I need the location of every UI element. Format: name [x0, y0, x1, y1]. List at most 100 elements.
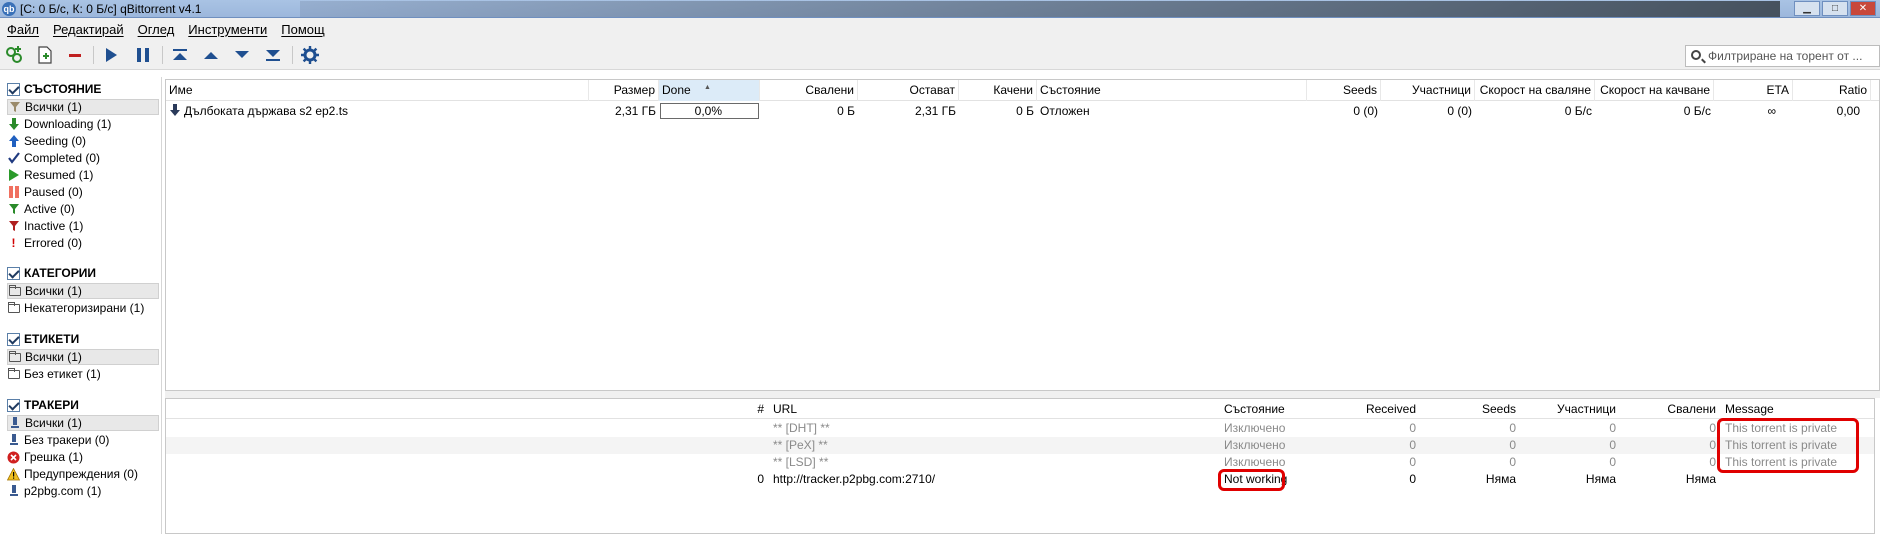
torrent-download-speed: 0 Б/с [1564, 104, 1592, 118]
status-item-paused[interactable]: Paused (0) [7, 184, 159, 200]
checkbox-icon[interactable] [7, 266, 20, 280]
column-name[interactable]: Име [166, 80, 589, 101]
options-icon[interactable] [299, 44, 321, 66]
minimize-icon[interactable]: ▁ [1794, 1, 1820, 16]
tracker-downloaded: Няма [1685, 472, 1716, 486]
remove-icon[interactable] [64, 44, 86, 66]
tracker-peers: 0 [1609, 438, 1616, 452]
column-remaining[interactable]: Остават [858, 80, 959, 101]
maximize-icon[interactable]: □ [1822, 1, 1848, 16]
pause-icon[interactable] [132, 44, 154, 66]
column-uploaded[interactable]: Качени [959, 80, 1037, 101]
tracker-url: ** [DHT] ** [773, 421, 830, 435]
category-item-all[interactable]: Всички (1) [7, 283, 159, 299]
close-icon[interactable]: ✕ [1850, 1, 1876, 16]
tracker-downloaded: 0 [1709, 455, 1716, 469]
sidebar: СЪСТОЯНИЕ Всички (1) Downloading (1) See… [0, 77, 162, 534]
torrent-row[interactable]: Дълбоката държава s2 ep2.ts 2,31 ГБ 0,0%… [166, 102, 1879, 120]
tracker-row[interactable]: ** [LSD] ** Изключено 0 0 0 0 This torre… [166, 454, 1874, 471]
tags-section-header[interactable]: ЕТИКЕТИ [7, 331, 79, 347]
tracker-icon [7, 434, 20, 447]
column-seeds[interactable]: Seeds [1307, 80, 1381, 101]
status-item-completed[interactable]: Completed (0) [7, 150, 159, 166]
toolbar [0, 40, 1880, 70]
status-item-resumed[interactable]: Resumed (1) [7, 167, 159, 183]
tracker-item-warning[interactable]: Предупреждения (0) [7, 466, 159, 482]
resume-icon[interactable] [100, 44, 122, 66]
app-icon: qb [2, 2, 16, 16]
column-tracker-received[interactable]: Received [1322, 399, 1418, 419]
tracker-status: Изключено [1224, 421, 1286, 435]
column-download-speed[interactable]: Скорост на сваляне [1475, 80, 1595, 101]
menu-tools[interactable]: Инструменти [181, 22, 274, 37]
status-item-active[interactable]: Active (0) [7, 201, 159, 217]
filter-search-box[interactable] [1685, 45, 1880, 67]
tracker-icon [7, 485, 20, 498]
column-tracker-message[interactable]: Message [1723, 399, 1843, 419]
checkbox-icon[interactable] [7, 332, 20, 346]
categories-section-header[interactable]: КАТЕГОРИИ [7, 265, 96, 281]
column-status[interactable]: Състояние [1037, 80, 1307, 101]
status-item-downloading[interactable]: Downloading (1) [7, 116, 159, 132]
tracker-seeds: 0 [1509, 421, 1516, 435]
checkbox-icon[interactable] [7, 398, 20, 412]
window-title: [С: 0 Б/с, К: 0 Б/с] qBittorrent v4.1 [20, 2, 202, 16]
tracker-item-all[interactable]: Всички (1) [7, 415, 159, 431]
category-item-label: Всички (1) [25, 284, 82, 298]
move-bottom-icon[interactable] [262, 44, 284, 66]
add-file-icon[interactable] [34, 44, 56, 66]
column-tracker-seeds[interactable]: Seeds [1418, 399, 1518, 419]
tracker-item-label: Без тракери (0) [24, 433, 110, 447]
tracker-num [166, 437, 766, 454]
column-done[interactable]: ▲ Done [659, 80, 760, 101]
category-item-label: Некатегоризирани (1) [24, 301, 145, 315]
column-tracker-url[interactable]: URL [771, 399, 1221, 419]
torrent-list[interactable]: Име Размер ▲ Done Свалени Остават Качени… [165, 79, 1880, 391]
folder-icon [8, 284, 21, 298]
column-ratio[interactable]: Ratio [1793, 80, 1871, 101]
column-tracker-peers[interactable]: Участници [1518, 399, 1618, 419]
menu-help[interactable]: Помощ [274, 22, 331, 37]
tracker-icon [8, 417, 21, 430]
checkbox-icon[interactable] [7, 82, 20, 96]
torrent-progress-text: 0,0% [694, 104, 722, 118]
column-size[interactable]: Размер [589, 80, 659, 101]
tag-item-all[interactable]: Всички (1) [7, 349, 159, 365]
menu-view[interactable]: Оглед [131, 22, 182, 37]
move-up-icon[interactable] [200, 44, 222, 66]
column-tracker-num[interactable]: # [166, 399, 766, 419]
move-down-icon[interactable] [231, 44, 253, 66]
move-top-icon[interactable] [169, 44, 191, 66]
column-downloaded[interactable]: Свалени [760, 80, 858, 101]
status-item-label: Downloading (1) [24, 117, 112, 131]
panel-splitter[interactable] [165, 391, 1880, 398]
trackers-section-header[interactable]: ТРАКЕРИ [7, 397, 79, 413]
status-item-errored[interactable]: ! Errored (0) [7, 235, 159, 251]
tracker-item-error[interactable]: Грешка (1) [7, 449, 159, 465]
tracker-row[interactable]: ** [PeX] ** Изключено 0 0 0 0 This torre… [166, 437, 1874, 454]
status-item-seeding[interactable]: Seeding (0) [7, 133, 159, 149]
tracker-row[interactable]: ** [DHT] ** Изключено 0 0 0 0 This torre… [166, 420, 1874, 437]
filter-search-input[interactable] [1708, 48, 1878, 64]
category-item-uncategorized[interactable]: Некатегоризирани (1) [7, 300, 159, 316]
column-upload-speed[interactable]: Скорост на качване [1595, 80, 1714, 101]
status-section-header[interactable]: СЪСТОЯНИЕ [7, 81, 101, 97]
status-item-all[interactable]: Всички (1) [7, 99, 159, 115]
torrent-status: Отложен [1040, 104, 1090, 118]
tag-item-untagged[interactable]: Без етикет (1) [7, 366, 159, 382]
column-peers[interactable]: Участници [1381, 80, 1475, 101]
tracker-item-p2pbg[interactable]: p2pbg.com (1) [7, 483, 159, 499]
status-item-inactive[interactable]: Inactive (1) [7, 218, 159, 234]
status-item-label: Errored (0) [24, 236, 83, 250]
column-eta[interactable]: ETA [1714, 80, 1793, 101]
column-tracker-status[interactable]: Състояние [1222, 399, 1322, 419]
status-item-label: Resumed (1) [24, 168, 94, 182]
trackers-table[interactable]: # URL Състояние Received Seeds Участници… [165, 398, 1875, 534]
column-tracker-downloaded[interactable]: Свалени [1618, 399, 1718, 419]
tracker-item-trackerless[interactable]: Без тракери (0) [7, 432, 159, 448]
add-link-icon[interactable] [3, 44, 25, 66]
tracker-item-label: Предупреждения (0) [24, 467, 138, 481]
menu-file[interactable]: Файл [0, 22, 46, 37]
menu-edit[interactable]: Редактирай [46, 22, 131, 37]
tracker-row[interactable]: 0 http://tracker.p2pbg.com:2710/ Not wor… [166, 471, 1874, 488]
